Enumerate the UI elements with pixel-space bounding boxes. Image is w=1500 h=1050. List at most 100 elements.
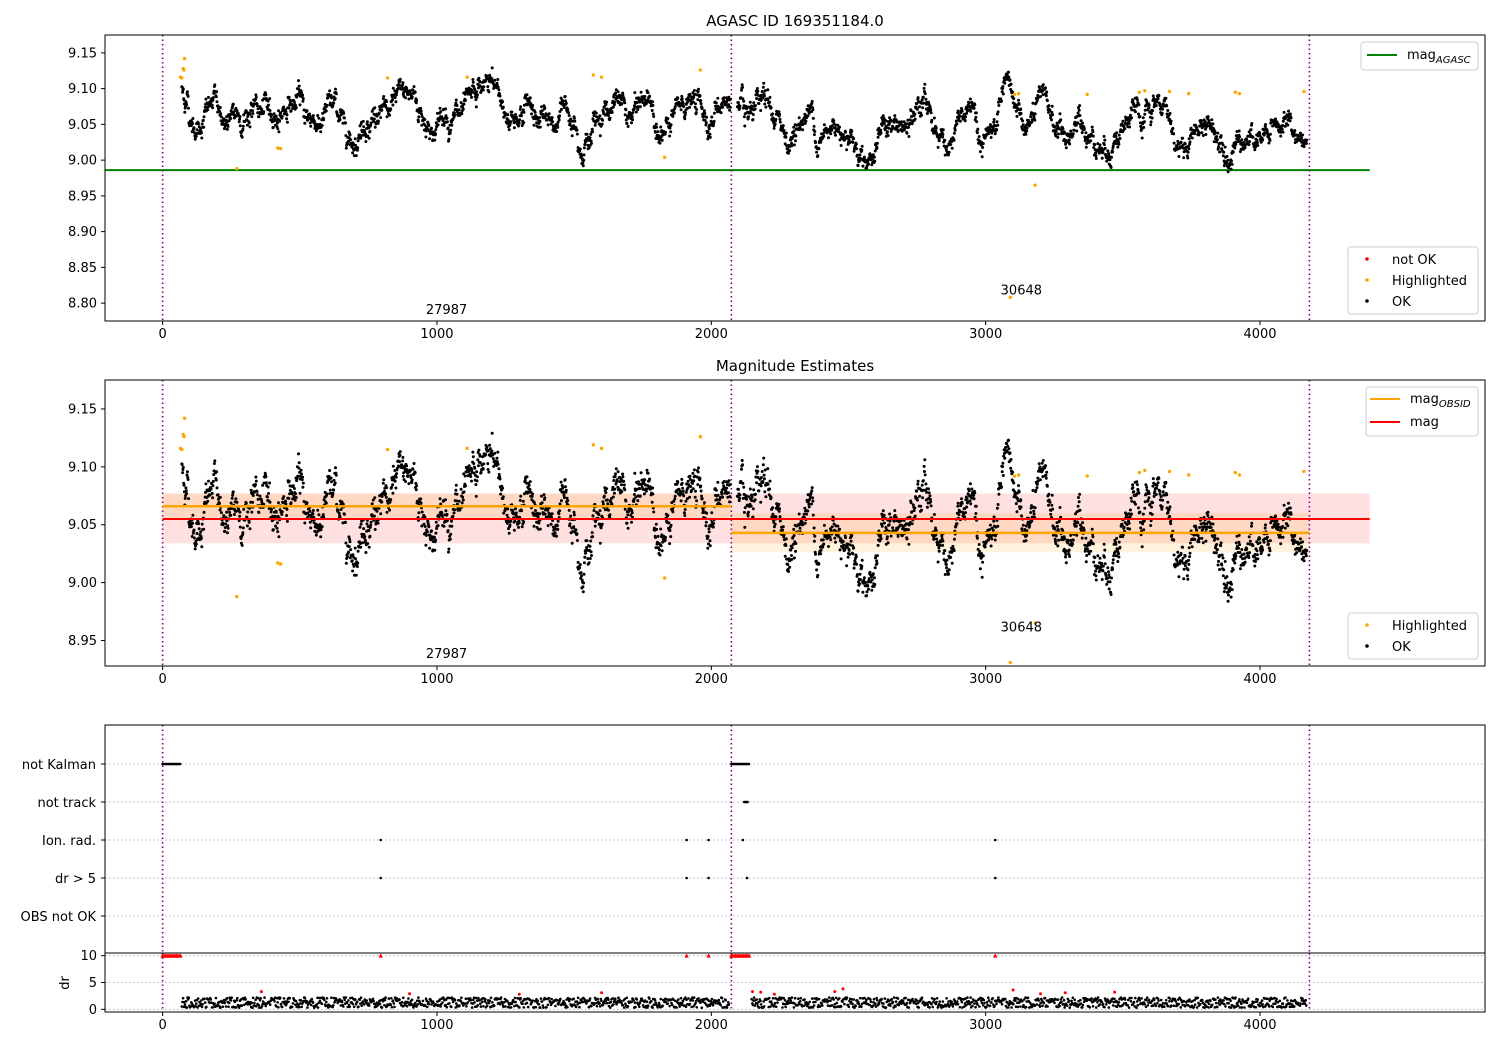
ok-point [415, 98, 419, 102]
ok-point [452, 511, 456, 515]
ok-point [693, 495, 697, 499]
ok-point [424, 135, 428, 139]
ok-point [364, 551, 368, 554]
ok-point [875, 554, 879, 558]
ok-point [950, 146, 954, 150]
ok-point [460, 501, 464, 505]
ok-point [298, 103, 302, 107]
ok-point [1029, 115, 1033, 119]
ok-point [495, 456, 499, 460]
ok-point [501, 486, 505, 490]
ok-point [550, 116, 554, 120]
ok-point [462, 490, 466, 494]
ok-point [182, 483, 186, 487]
ok-point [1089, 139, 1093, 143]
ok-point [812, 133, 816, 137]
ok-point [691, 481, 695, 485]
ok-point [1193, 132, 1197, 135]
ok-point [200, 136, 204, 140]
ok-point [1084, 145, 1088, 149]
ok-point [1103, 138, 1107, 142]
ok-point [1130, 108, 1134, 112]
ok-point [849, 539, 853, 543]
ok-point [1226, 170, 1230, 174]
ok-point [324, 109, 328, 113]
ok-point [1033, 118, 1037, 122]
ok-point [682, 494, 686, 498]
ok-point [484, 79, 487, 83]
ok-point [867, 162, 870, 166]
ok-point [992, 118, 996, 121]
ok-point [913, 112, 917, 116]
ok-point [469, 93, 473, 97]
ok-point [447, 547, 451, 551]
ok-point [642, 492, 646, 496]
ok-point [630, 511, 634, 515]
ok-point [1098, 143, 1102, 147]
ok-point [373, 125, 377, 129]
ok-point [817, 562, 821, 566]
ok-point [590, 554, 593, 557]
ok-point [792, 125, 796, 129]
ok-point [673, 497, 677, 501]
ok-point [294, 492, 297, 496]
ok-point [1200, 131, 1204, 135]
ok-point [768, 487, 772, 491]
ok-point [620, 483, 623, 487]
ok-point [1280, 127, 1284, 131]
ok-point [373, 528, 377, 531]
ok-point [555, 130, 559, 133]
ok-point [792, 534, 796, 537]
ok-point [332, 488, 336, 492]
ok-point [810, 502, 813, 506]
ok-point [696, 470, 700, 474]
ok-point [580, 574, 583, 578]
ok-point [334, 87, 337, 91]
ok-point [748, 487, 752, 491]
ok-point [921, 106, 925, 110]
ok-point [715, 498, 719, 502]
ok-point [797, 116, 801, 120]
ok-point [659, 544, 663, 548]
ok-point [941, 128, 945, 132]
ok-point [238, 124, 242, 128]
ok-point [728, 500, 732, 504]
ok-point [379, 116, 383, 120]
ok-point [1225, 154, 1229, 158]
ok-point [646, 91, 650, 95]
ok-point [264, 475, 268, 479]
ok-point [351, 151, 355, 155]
ok-point [1268, 138, 1272, 142]
ok-point [752, 488, 756, 492]
ok-point [752, 101, 756, 105]
ok-point [254, 95, 258, 99]
ok-point [368, 534, 372, 538]
ok-point [757, 489, 761, 493]
ok-point [838, 125, 842, 129]
ok-point [669, 523, 673, 527]
ok-point [728, 483, 732, 486]
ok-point [604, 508, 607, 512]
ok-point [756, 469, 760, 473]
ok-point [1114, 135, 1118, 138]
ok-point [882, 521, 886, 525]
ok-point [846, 555, 850, 559]
ok-point [1264, 123, 1267, 126]
ok-point [477, 464, 480, 468]
ok-point [671, 510, 675, 514]
ok-point [194, 134, 198, 138]
ok-point [594, 111, 598, 115]
ok-point [742, 485, 746, 489]
ok-point [777, 110, 781, 114]
ok-point [1281, 124, 1285, 127]
ok-point [181, 465, 185, 469]
ok-point [316, 114, 320, 117]
ok-point [1080, 131, 1084, 135]
ok-point [1017, 102, 1021, 106]
ok-point [237, 120, 241, 124]
ok-point [659, 527, 663, 531]
legend-points: not OKHighlightedOK [1347, 246, 1479, 315]
ok-point [320, 124, 324, 127]
ok-point [830, 525, 834, 529]
ok-point [215, 100, 219, 104]
